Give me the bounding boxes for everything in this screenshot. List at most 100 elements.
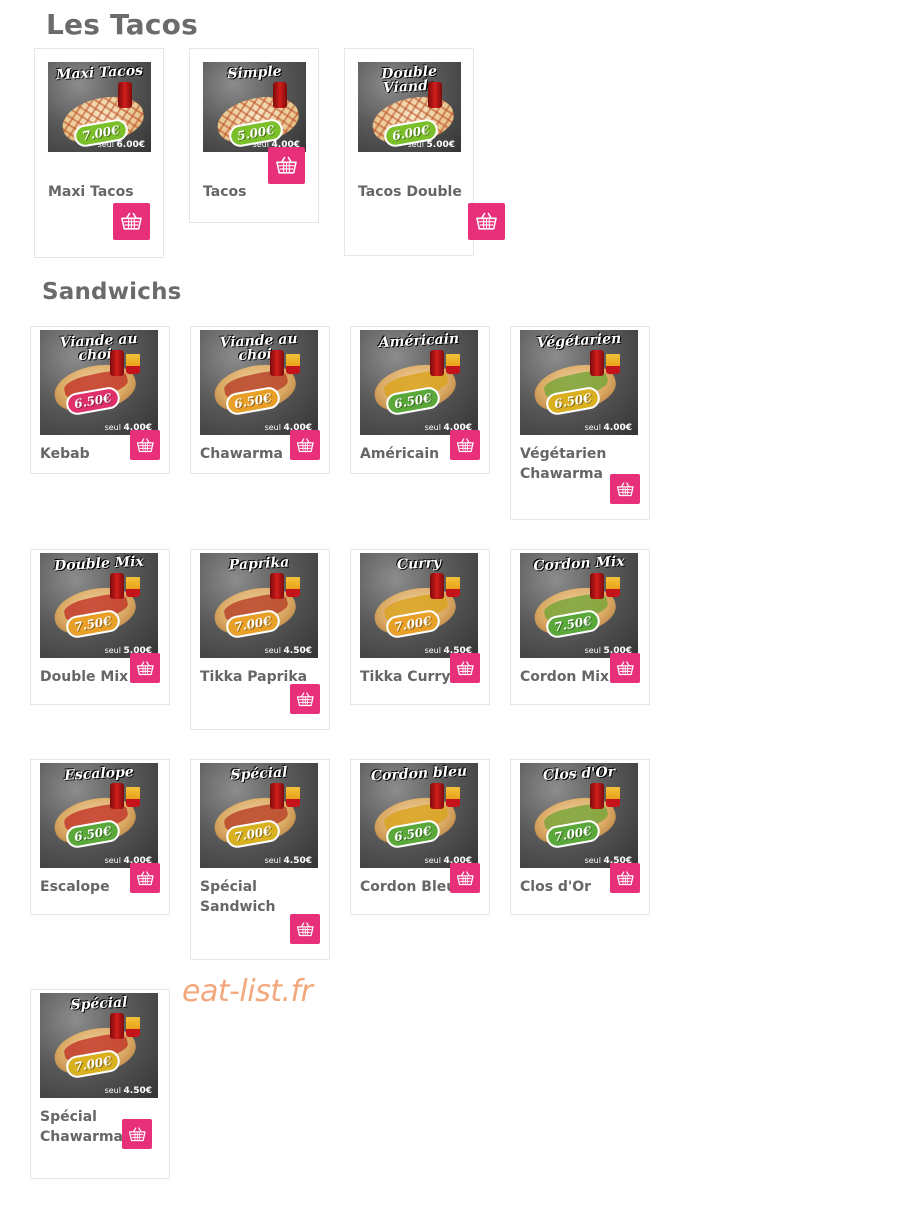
soda-can-icon [110,783,124,809]
product-name[interactable]: Chawarma [200,444,283,464]
price-alone-value: 5.00€ [426,140,455,150]
add-to-basket-button[interactable] [122,1119,152,1149]
price-alone-value: 4.00€ [603,423,632,433]
product-image: Curry 7.00€ seul 4.50€ [360,553,478,658]
add-to-basket-button[interactable] [113,203,150,240]
fries-icon [286,577,300,597]
add-to-basket-button[interactable] [450,863,480,893]
product-banner: Maxi Tacos [55,62,144,84]
fries-icon [126,1017,140,1037]
product-name[interactable]: Kebab [40,444,90,464]
price-alone: seul 4.00€ [584,423,632,433]
shopping-basket-icon [121,213,142,230]
add-to-basket-button[interactable] [290,914,320,944]
product-image: Simple 5.00€ seul 4.00€ [203,62,306,152]
add-to-basket-button[interactable] [610,863,640,893]
fries-icon [126,577,140,597]
add-to-basket-button[interactable] [450,430,480,460]
soda-can-icon [430,350,444,376]
product-name[interactable]: Spécial Chawarma [40,1107,123,1147]
product-name[interactable]: Spécial Sandwich [200,877,276,917]
product-image: Cordon Mix 7.50€ seul 5.00€ [520,553,638,658]
product-name[interactable]: Double Mix [40,667,128,687]
product-image: Double Mix 7.50€ seul 5.00€ [40,553,158,658]
add-to-basket-button[interactable] [268,147,305,184]
product-banner: Double Viande [380,63,438,97]
product-name[interactable]: Escalope [40,877,110,897]
price-alone: seul 5.00€ [407,140,455,150]
product-image: Clos d'Or 7.00€ seul 4.50€ [520,763,638,868]
product-image: Végétarien 6.50€ seul 4.00€ [520,330,638,435]
shopping-basket-icon [616,661,634,675]
fries-icon [606,354,620,374]
shopping-basket-icon [616,482,634,496]
product-banner: Spécial [230,764,288,784]
product-banner: Double Mix [53,553,145,575]
price-alone: seul 4.50€ [264,856,312,866]
soda-can-icon [430,573,444,599]
soda-can-icon [110,1013,124,1039]
add-to-basket-button[interactable] [130,430,160,460]
shopping-basket-icon [456,438,474,452]
add-to-basket-button[interactable] [610,474,640,504]
price-alone: seul 6.00€ [97,140,145,150]
product-name[interactable]: Maxi Tacos [48,182,134,202]
section-title-sandwichs: Sandwichs [42,279,182,305]
product-banner: Paprika [228,554,290,574]
product-banner: Viande au choix [59,330,138,365]
shopping-basket-icon [456,871,474,885]
product-banner: Végétarien [536,330,622,352]
product-banner: Viande au choix [219,330,298,365]
soda-can-icon [270,350,284,376]
product-name[interactable]: Cordon Mix [520,667,609,687]
fries-icon [286,787,300,807]
add-to-basket-button[interactable] [450,653,480,683]
fries-icon [126,354,140,374]
soda-can-icon [118,82,132,108]
product-name[interactable]: Américain [360,444,439,464]
soda-can-icon [110,350,124,376]
product-name[interactable]: Tacos [203,182,246,202]
product-image: Viande au choix 6.50€ seul 4.00€ [200,330,318,435]
watermark: eat-list.fr [182,974,313,1009]
product-image: Cordon bleu 6.50€ seul 4.00€ [360,763,478,868]
shopping-basket-icon [136,438,154,452]
product-image: Maxi Tacos 7.00€ seul 6.00€ [48,62,151,152]
product-name[interactable]: Tikka Curry [360,667,450,687]
soda-can-icon [270,573,284,599]
soda-can-icon [428,82,442,108]
product-name[interactable]: Tacos Double [358,182,462,202]
soda-can-icon [590,783,604,809]
product-name[interactable]: Cordon Bleu [360,877,456,897]
shopping-basket-icon [456,661,474,675]
product-banner: Simple [226,63,283,83]
fries-icon [126,787,140,807]
product-banner: Américain [378,330,460,352]
product-banner: Curry [396,554,442,574]
add-to-basket-button[interactable] [290,684,320,714]
product-name[interactable]: Clos d'Or [520,877,591,897]
add-to-basket-button[interactable] [130,863,160,893]
price-alone-value: 4.50€ [123,1086,152,1096]
soda-can-icon [590,573,604,599]
product-banner: Escalope [63,764,135,784]
add-to-basket-button[interactable] [290,430,320,460]
price-alone: seul 4.50€ [264,646,312,656]
soda-can-icon [430,783,444,809]
soda-can-icon [273,82,287,108]
product-image: Spécial 7.00€ seul 4.50€ [40,993,158,1098]
price-alone: seul 4.50€ [104,1086,152,1096]
section-title-tacos: Les Tacos [46,8,198,41]
shopping-basket-icon [476,213,497,230]
product-name[interactable]: Végétarien Chawarma [520,444,606,484]
add-to-basket-button[interactable] [468,203,505,240]
fries-icon [606,577,620,597]
add-to-basket-button[interactable] [130,653,160,683]
add-to-basket-button[interactable] [610,653,640,683]
product-image: Double Viande 6.00€ seul 5.00€ [358,62,461,152]
soda-can-icon [590,350,604,376]
product-banner: Cordon bleu [370,763,468,785]
price-alone-value: 6.00€ [116,140,145,150]
shopping-basket-icon [276,157,297,174]
product-banner: Clos d'Or [542,764,616,784]
